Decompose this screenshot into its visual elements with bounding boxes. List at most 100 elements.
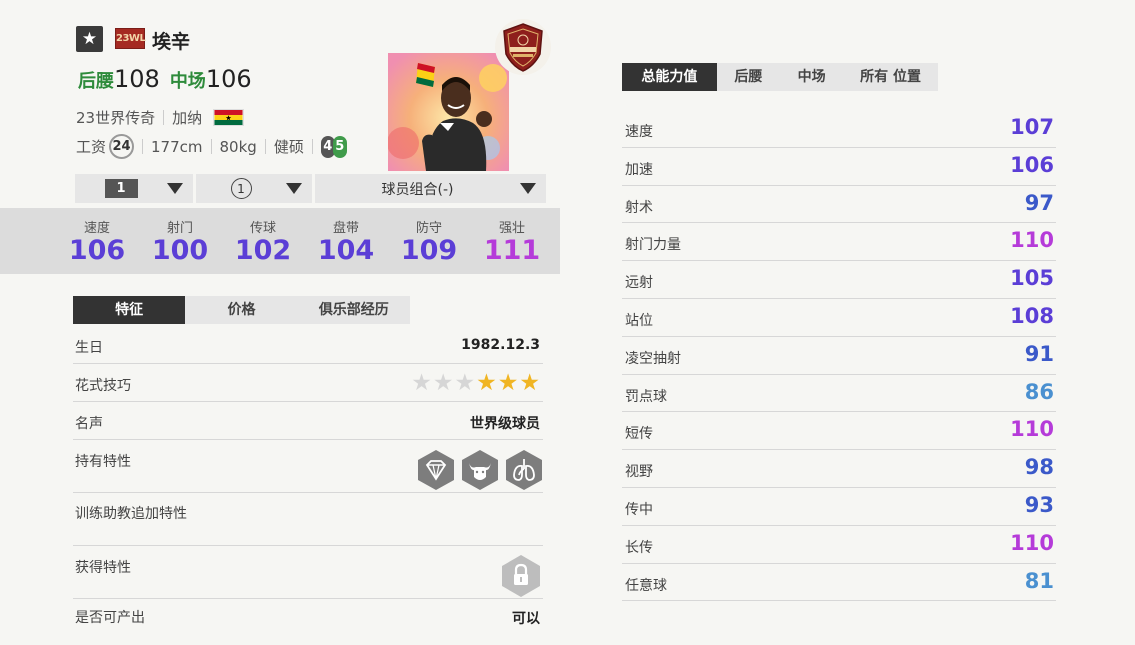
world-legend-badge-icon <box>495 19 551 75</box>
level-selector[interactable]: 1 <box>75 174 193 203</box>
tab-cdm[interactable]: 后腰 <box>717 63 780 91</box>
attribute-row: 长传 110 <box>622 526 1056 564</box>
season-nation-line: 23世界传奇 加纳 <box>76 107 244 128</box>
attribute-value: 110 <box>1010 228 1054 253</box>
attribute-row: 射门力量 110 <box>622 223 1056 262</box>
star-empty-icon: ★ <box>454 370 477 396</box>
attribute-label: 任意球 <box>625 577 667 594</box>
diamond-icon[interactable] <box>417 449 455 491</box>
chevron-down-icon <box>286 183 302 194</box>
stat-label: 盘带 <box>332 221 359 236</box>
stat-value: 102 <box>234 235 292 266</box>
stat-value: 111 <box>483 235 541 266</box>
level-value: 1 <box>104 179 138 198</box>
position-label: 中场 <box>169 71 206 92</box>
info-label: 名声 <box>75 416 103 432</box>
attribute-label: 视野 <box>625 464 653 481</box>
body-type: 健硕 <box>273 138 304 156</box>
info-tabs: 特征 价格 俱乐部经历 <box>73 296 410 324</box>
attribute-label: 远射 <box>625 275 653 292</box>
info-row-tradable: 是否可产出 可以 <box>73 599 543 637</box>
position-label: 后腰 <box>78 71 114 92</box>
bull-icon[interactable] <box>461 449 499 491</box>
stat-value: 109 <box>400 235 458 266</box>
attribute-row: 加速 106 <box>622 148 1056 186</box>
stat-label: 速度 <box>83 221 110 236</box>
info-label: 是否可产出 <box>75 610 145 626</box>
attribute-value: 106 <box>1010 152 1054 177</box>
chevron-down-icon <box>167 183 183 194</box>
attribute-label: 速度 <box>625 124 653 140</box>
right-foot-badge: 5 <box>332 135 347 158</box>
info-rows: 生日 1982.12.3 花式技巧 ★★★★★★ 名声 世界级球员 持有特性 训… <box>73 326 543 637</box>
info-row-birthday: 生日 1982.12.3 <box>73 326 543 364</box>
reputation-value: 世界级球员 <box>470 416 540 432</box>
attribute-value: 93 <box>1024 492 1054 517</box>
team-color-selector[interactable]: 球员组合(-) <box>315 174 546 203</box>
lungs-icon[interactable] <box>505 449 543 491</box>
small-ghana-flag-icon <box>416 63 435 87</box>
birthday-value: 1982.12.3 <box>461 337 540 353</box>
player-name: 埃辛 <box>152 31 191 53</box>
stat-dribbling: 盘带 104 <box>311 217 381 266</box>
tab-traits[interactable]: 特征 <box>73 296 186 324</box>
info-label: 持有特性 <box>75 454 131 470</box>
attribute-value: 97 <box>1024 190 1054 215</box>
stat-value: 106 <box>68 235 126 266</box>
stat-value: 104 <box>317 235 375 266</box>
stat-label: 射门 <box>166 221 193 236</box>
tab-price[interactable]: 价格 <box>185 296 297 324</box>
star-empty-icon: ★ <box>432 370 455 396</box>
attribute-row: 射术 97 <box>622 186 1056 224</box>
weight: 80kg <box>219 137 257 156</box>
physical-info-line: 工资 24 177cm 80kg 健硕 45 <box>76 134 347 159</box>
stat-physical: 强壮 111 <box>477 217 547 266</box>
tab-overall-stats[interactable]: 总能力值 <box>622 63 717 91</box>
tradable-value: 可以 <box>512 611 540 627</box>
attribute-label: 长传 <box>625 539 653 556</box>
stat-value: 100 <box>151 235 209 266</box>
star-filled-icon: ★ <box>497 370 520 396</box>
attribute-value: 98 <box>1024 455 1054 480</box>
tab-all-positions[interactable]: 所有 位置 <box>843 63 938 91</box>
tab-club-history[interactable]: 俱乐部经历 <box>298 296 410 324</box>
attribute-value: 108 <box>1010 303 1054 328</box>
stat-shooting: 射门 100 <box>145 217 215 266</box>
star-filled-icon: ★ <box>476 370 498 396</box>
attribute-row: 视野 98 <box>622 450 1056 488</box>
attribute-row: 速度 107 <box>622 110 1056 148</box>
attribute-row: 任意球 81 <box>622 564 1056 602</box>
info-row-reputation: 名声 世界级球员 <box>73 402 543 440</box>
attribute-row: 罚点球 86 <box>622 375 1056 413</box>
attribute-label: 传中 <box>625 501 653 518</box>
lock-icon[interactable] <box>501 554 541 598</box>
info-row-coach-traits: 训练助教追加特性 <box>73 493 543 546</box>
attribute-label: 罚点球 <box>625 388 667 405</box>
season-tag: 23WL <box>115 28 146 49</box>
attribute-label: 加速 <box>625 161 653 178</box>
position-value: 108 <box>114 65 160 93</box>
attribute-row: 凌空抽射 91 <box>622 337 1056 375</box>
info-label: 获得特性 <box>75 560 131 576</box>
salary-label: 工资 <box>76 138 107 156</box>
ghana-flag-icon <box>212 109 244 126</box>
attribute-value: 81 <box>1024 568 1054 593</box>
attribute-tabs: 总能力值 后腰 中场 所有 位置 <box>622 63 938 91</box>
card-star-icon[interactable]: ★ <box>76 26 103 52</box>
salary-value: 24 <box>109 134 135 159</box>
stat-label: 传球 <box>249 221 276 236</box>
nation-name: 加纳 <box>172 109 203 127</box>
tab-cm[interactable]: 中场 <box>780 63 843 91</box>
attribute-value: 110 <box>1010 417 1054 442</box>
adaptation-selector[interactable]: 1 <box>196 174 312 203</box>
stat-passing: 传球 102 <box>228 217 298 266</box>
chevron-down-icon <box>520 183 536 194</box>
adaptation-value: 1 <box>230 178 252 199</box>
attribute-row: 站位 108 <box>622 299 1056 337</box>
attribute-row: 短传 110 <box>622 412 1056 451</box>
attribute-label: 站位 <box>625 312 653 329</box>
stat-label: 强壮 <box>498 221 525 236</box>
attribute-value: 91 <box>1024 341 1054 366</box>
info-row-acquired-traits: 获得特性 <box>73 546 543 599</box>
attribute-label: 凌空抽射 <box>625 350 681 367</box>
